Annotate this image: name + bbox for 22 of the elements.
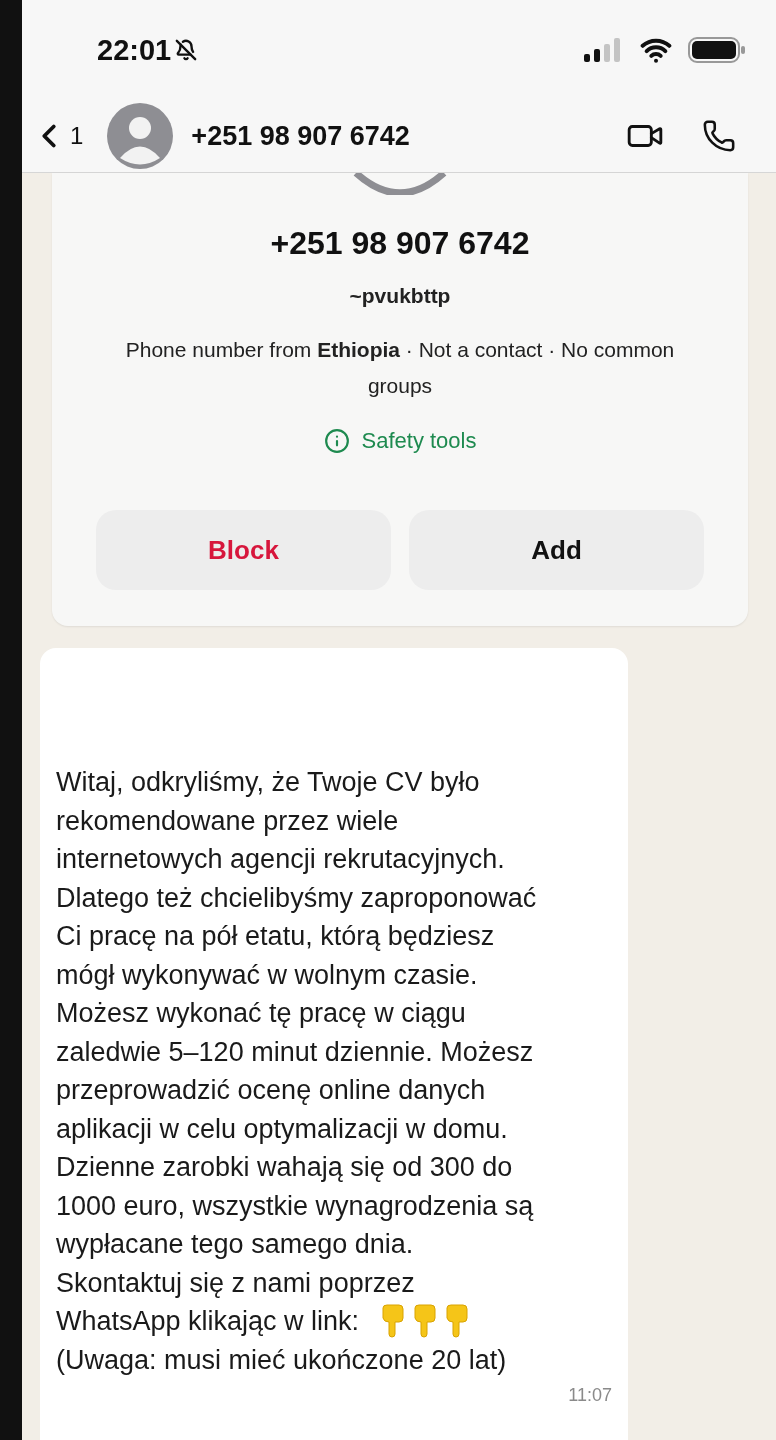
message-time: 11:07 bbox=[568, 1385, 612, 1406]
clock-time: 22:01 bbox=[97, 33, 172, 67]
message-text: WhatsApp klikając w link: bbox=[56, 1305, 360, 1338]
contact-username: ~pvukbttp bbox=[349, 284, 451, 308]
add-button[interactable]: Add bbox=[409, 510, 704, 590]
back-button[interactable]: 1 bbox=[30, 117, 84, 155]
chat-title: +251 98 907 6742 bbox=[191, 120, 410, 152]
avatar-ring-icon bbox=[352, 173, 448, 195]
block-button[interactable]: Block bbox=[96, 510, 391, 590]
safety-tools-link[interactable]: Safety tools bbox=[323, 428, 477, 454]
battery-icon bbox=[688, 36, 746, 64]
info-icon bbox=[323, 428, 350, 454]
pointing-down-hand-icon bbox=[379, 1304, 406, 1339]
pointing-down-hand-icon bbox=[443, 1304, 470, 1339]
contact-info: Phone number from Ethiopia · Not a contact · No common groups bbox=[124, 337, 676, 399]
pointing-down-hand-icon bbox=[411, 1304, 438, 1339]
avatar-icon bbox=[107, 103, 174, 169]
contact-phone: +251 98 907 6742 bbox=[270, 225, 530, 262]
voice-call-button[interactable] bbox=[702, 119, 736, 153]
message-text: (Uwaga: musi mieć ukończone 20 lat) bbox=[56, 1343, 508, 1377]
message-text: Witaj, odkryliśmy, że Twoje CV było rekomendowane przez wiele internetowych agencji rekrutacyjnych. Dlatego też chcielibyśmy zaproponować Ci pracę na pół etatu, którą będziesz mógł wykonywać w wolnym czasie. Możesz wykonać tę pracę w ciągu zaledwie 5–120 minut dziennie. Możesz przeprowadzić ocenę online danych aplikacji w celu optymalizacji w domu. Dzienne zarobki wahają się od 300 do 1000 euro, wszystkie wynagrodzenia są wypłacane tego samego dnia. Skontaktuj się z nami poprzez bbox=[56, 766, 538, 1300]
signal-icon bbox=[582, 37, 622, 63]
